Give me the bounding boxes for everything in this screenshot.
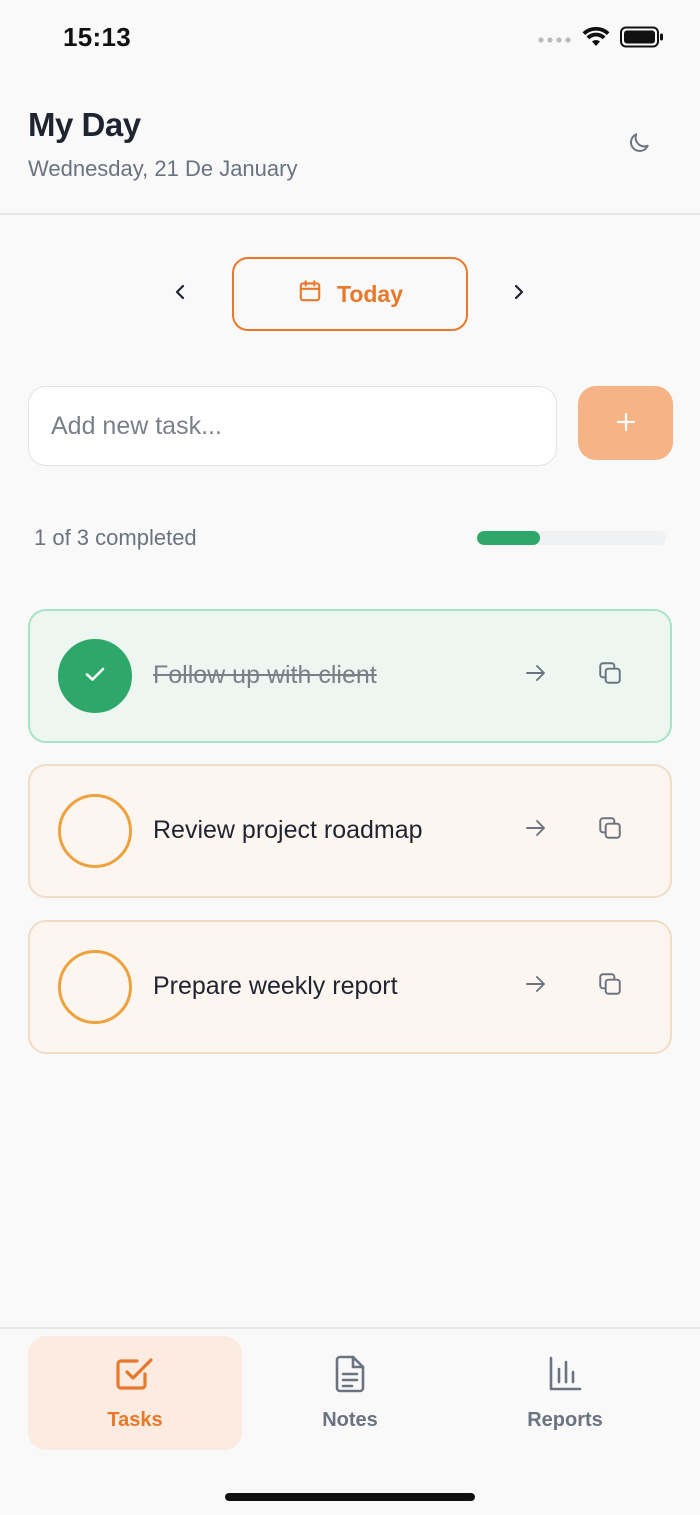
next-day-button[interactable] xyxy=(496,272,540,316)
task-label[interactable]: Review project roadmap xyxy=(153,816,423,845)
add-task-button[interactable] xyxy=(578,386,673,460)
tab-label: Notes xyxy=(322,1408,378,1431)
app-screen: 15:13 My Day Wednesday, 21 De January To… xyxy=(0,0,700,1515)
duplicate-task-button[interactable] xyxy=(592,812,628,848)
status-icons xyxy=(538,26,664,53)
move-task-button[interactable] xyxy=(518,968,554,1004)
copy-icon xyxy=(597,660,623,691)
tab-notes[interactable]: Notes xyxy=(243,1336,457,1450)
page-date: Wednesday, 21 De January xyxy=(28,156,298,181)
plus-icon xyxy=(615,411,637,436)
progress-text: 1 of 3 completed xyxy=(34,525,197,550)
tab-tasks[interactable]: Tasks xyxy=(28,1336,242,1450)
document-icon xyxy=(332,1355,368,1399)
progress-bar xyxy=(477,531,666,545)
home-indicator xyxy=(225,1493,475,1501)
task-checkbox[interactable] xyxy=(58,794,132,868)
tab-label: Tasks xyxy=(107,1408,163,1431)
today-label: Today xyxy=(336,280,404,307)
progress-bar-fill xyxy=(477,531,540,545)
check-icon xyxy=(83,664,107,689)
battery-icon xyxy=(620,26,664,53)
moon-icon xyxy=(626,130,652,161)
task-checkbox[interactable] xyxy=(58,950,132,1024)
wifi-icon xyxy=(582,26,610,53)
tab-reports[interactable]: Reports xyxy=(458,1336,672,1450)
header-divider xyxy=(0,213,700,215)
arrow-right-icon xyxy=(525,975,547,998)
today-button[interactable]: Today xyxy=(232,257,468,331)
checkbox-icon xyxy=(115,1355,155,1399)
copy-icon xyxy=(597,971,623,1002)
task-label[interactable]: Follow up with client xyxy=(153,661,377,690)
task-checkbox[interactable] xyxy=(58,639,132,713)
arrow-right-icon xyxy=(525,819,547,842)
duplicate-task-button[interactable] xyxy=(592,968,628,1004)
bar-chart-icon xyxy=(547,1355,583,1399)
move-task-button[interactable] xyxy=(518,812,554,848)
chevron-right-icon xyxy=(510,283,526,306)
bottom-nav-divider xyxy=(0,1327,700,1329)
task-card: Prepare weekly report xyxy=(28,920,672,1054)
tab-label: Reports xyxy=(527,1408,603,1431)
new-task-input[interactable] xyxy=(28,386,557,466)
task-card: Review project roadmap xyxy=(28,764,672,898)
page-title: My Day xyxy=(28,106,141,143)
copy-icon xyxy=(597,815,623,846)
arrow-right-icon xyxy=(525,664,547,687)
chevron-left-icon xyxy=(173,283,189,306)
status-time: 15:13 xyxy=(63,22,131,52)
signal-icon xyxy=(538,31,572,49)
duplicate-task-button[interactable] xyxy=(592,657,628,693)
previous-day-button[interactable] xyxy=(159,272,203,316)
calendar-icon xyxy=(297,278,323,310)
task-card: Follow up with client xyxy=(28,609,672,743)
move-task-button[interactable] xyxy=(518,657,554,693)
task-label[interactable]: Prepare weekly report xyxy=(153,972,398,1001)
theme-toggle-button[interactable] xyxy=(616,122,662,168)
